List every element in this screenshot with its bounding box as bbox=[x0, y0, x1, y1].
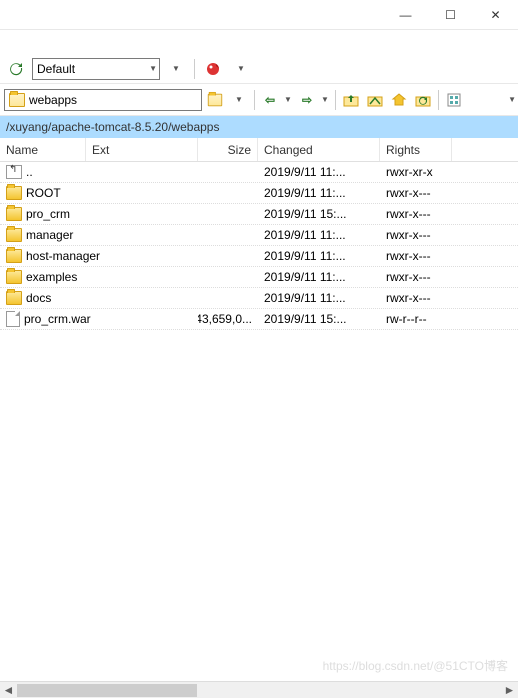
separator bbox=[254, 90, 255, 110]
folder-menu-button[interactable]: ▼ bbox=[228, 89, 250, 111]
refresh-icon[interactable] bbox=[4, 57, 28, 81]
open-folder-button[interactable] bbox=[204, 89, 226, 111]
file-rights: rwxr-xr-x bbox=[380, 162, 452, 182]
file-rights: rwxr-x--- bbox=[380, 246, 452, 266]
folder-icon bbox=[6, 249, 22, 263]
header-name[interactable]: Name bbox=[0, 138, 86, 161]
path-bar[interactable]: /xuyang/apache-tomcat-8.5.20/webapps bbox=[0, 116, 518, 138]
file-size bbox=[198, 204, 258, 224]
profile-dropdown-label: Default bbox=[37, 62, 75, 76]
horizontal-scrollbar[interactable]: ◄ ► bbox=[0, 681, 518, 698]
file-changed: 2019/9/11 15:... bbox=[258, 204, 380, 224]
file-row[interactable]: pro_crm.war 43,659,0...2019/9/11 15:...rw… bbox=[0, 309, 518, 330]
file-rights: rwxr-x--- bbox=[380, 204, 452, 224]
header-ext[interactable]: Ext bbox=[86, 138, 198, 161]
app-icon[interactable] bbox=[201, 57, 225, 81]
file-row[interactable]: examples 2019/9/11 11:...rwxr-x--- bbox=[0, 267, 518, 288]
header-size[interactable]: Size bbox=[198, 138, 258, 161]
file-rights: rw-r--r-- bbox=[380, 309, 452, 329]
folder-open-icon bbox=[9, 93, 25, 107]
header-rights[interactable]: Rights bbox=[380, 138, 452, 161]
file-row[interactable]: docs 2019/9/11 11:...rwxr-x--- bbox=[0, 288, 518, 309]
file-list: ..2019/9/11 11:...rwxr-xr-xROOT2019/9/11… bbox=[0, 162, 518, 330]
root-dir-button[interactable] bbox=[364, 89, 386, 111]
file-size bbox=[198, 267, 258, 287]
app-menu-button[interactable]: ▼ bbox=[229, 57, 253, 81]
profile-dropdown[interactable]: Default ▼ bbox=[32, 58, 160, 80]
file-size bbox=[198, 225, 258, 245]
file-row[interactable]: .. 2019/9/11 11:...rwxr-xr-x bbox=[0, 162, 518, 183]
up-dir-icon bbox=[6, 165, 22, 179]
file-row[interactable]: manager 2019/9/11 11:...rwxr-x--- bbox=[0, 225, 518, 246]
back-button[interactable]: ⇦ bbox=[259, 89, 281, 111]
nav-forward-group: ⇨ ▼ bbox=[296, 89, 331, 111]
profile-menu-button[interactable]: ▼ bbox=[164, 57, 188, 81]
file-changed: 2019/9/11 11:... bbox=[258, 267, 380, 287]
home-button[interactable] bbox=[388, 89, 410, 111]
file-changed: 2019/9/11 11:... bbox=[258, 225, 380, 245]
file-rights: rwxr-x--- bbox=[380, 225, 452, 245]
file-changed: 2019/9/11 11:... bbox=[258, 246, 380, 266]
folder-icon bbox=[6, 291, 22, 305]
file-row[interactable]: ROOT 2019/9/11 11:...rwxr-x--- bbox=[0, 183, 518, 204]
find-button[interactable] bbox=[443, 89, 465, 111]
file-name: pro_crm.war bbox=[24, 312, 91, 326]
file-size bbox=[198, 183, 258, 203]
watermark: https://blog.csdn.net/@51CTO博客 bbox=[323, 657, 508, 674]
file-name: docs bbox=[26, 291, 51, 305]
folder-icon bbox=[6, 186, 22, 200]
file-rights: rwxr-x--- bbox=[380, 267, 452, 287]
file-name: examples bbox=[26, 270, 77, 284]
close-button[interactable]: ✕ bbox=[473, 0, 518, 30]
refresh-dir-button[interactable] bbox=[412, 89, 434, 111]
nav-back-group: ⇦ ▼ bbox=[259, 89, 294, 111]
toolbar-session: Default ▼ ▼ ▼ bbox=[0, 54, 518, 84]
file-rights: rwxr-x--- bbox=[380, 183, 452, 203]
file-icon bbox=[6, 311, 20, 327]
folder-icon bbox=[6, 207, 22, 221]
location-label: webapps bbox=[29, 93, 77, 107]
parent-dir-button[interactable] bbox=[340, 89, 362, 111]
scroll-thumb[interactable] bbox=[17, 684, 197, 697]
file-size bbox=[198, 288, 258, 308]
file-rights: rwxr-x--- bbox=[380, 288, 452, 308]
file-row[interactable]: host-manager 2019/9/11 11:...rwxr-x--- bbox=[0, 246, 518, 267]
scroll-right-button[interactable]: ► bbox=[501, 682, 518, 699]
file-row[interactable]: pro_crm 2019/9/11 15:...rwxr-x--- bbox=[0, 204, 518, 225]
folder-icon bbox=[6, 270, 22, 284]
file-name: .. bbox=[26, 165, 33, 179]
file-name: pro_crm bbox=[26, 207, 70, 221]
file-changed: 2019/9/11 15:... bbox=[258, 309, 380, 329]
file-name: manager bbox=[26, 228, 73, 242]
path-text: /xuyang/apache-tomcat-8.5.20/webapps bbox=[6, 120, 219, 134]
scroll-track[interactable] bbox=[17, 682, 501, 699]
file-size bbox=[198, 246, 258, 266]
file-changed: 2019/9/11 11:... bbox=[258, 288, 380, 308]
separator bbox=[438, 90, 439, 110]
scroll-left-button[interactable]: ◄ bbox=[0, 682, 17, 699]
maximize-button[interactable]: ☐ bbox=[428, 0, 473, 30]
column-headers: Name Ext Size Changed Rights bbox=[0, 138, 518, 162]
file-name: host-manager bbox=[26, 249, 100, 263]
chevron-down-icon: ▼ bbox=[508, 95, 516, 104]
chevron-down-icon: ▼ bbox=[149, 64, 157, 73]
minimize-button[interactable]: — bbox=[383, 0, 428, 30]
toolbar-navigation: webapps ▼ ▼ ⇦ ▼ ⇨ ▼ bbox=[0, 84, 518, 116]
forward-menu-button[interactable]: ▼ bbox=[319, 89, 331, 111]
header-changed[interactable]: Changed bbox=[258, 138, 380, 161]
file-changed: 2019/9/11 11:... bbox=[258, 162, 380, 182]
file-name: ROOT bbox=[26, 186, 61, 200]
separator bbox=[335, 90, 336, 110]
back-menu-button[interactable]: ▼ bbox=[282, 89, 294, 111]
file-size: 43,659,0... bbox=[198, 309, 258, 329]
file-changed: 2019/9/11 11:... bbox=[258, 183, 380, 203]
separator bbox=[194, 59, 195, 79]
file-size bbox=[198, 162, 258, 182]
forward-button[interactable]: ⇨ bbox=[296, 89, 318, 111]
folder-icon bbox=[6, 228, 22, 242]
location-box[interactable]: webapps ▼ bbox=[4, 89, 202, 111]
titlebar: — ☐ ✕ bbox=[0, 0, 518, 30]
